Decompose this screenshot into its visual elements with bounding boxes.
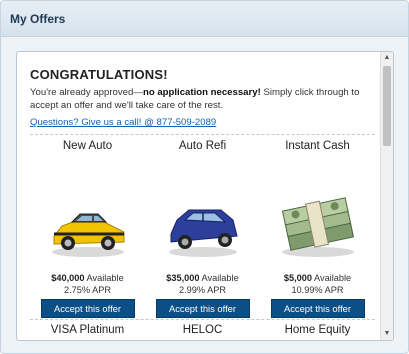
accept-offer-button[interactable]: Accept this offer bbox=[270, 299, 365, 318]
offer-amount: $5,000 bbox=[283, 273, 312, 283]
message-bold: no application necessary! bbox=[142, 87, 261, 98]
offers-content: CONGRATULATIONS! You're already approved… bbox=[30, 67, 375, 325]
scroll-down-arrow-icon[interactable]: ▼ bbox=[381, 328, 393, 340]
approval-message: You're already approved—no application n… bbox=[30, 86, 375, 112]
offer-new-auto: New Auto $40,000 Available 2.75% APR Acc… bbox=[30, 135, 145, 318]
yellow-car-icon bbox=[30, 152, 145, 262]
offers-row: New Auto $40,000 Available 2.75% APR Acc… bbox=[30, 135, 375, 325]
vertical-scrollbar[interactable]: ▲ ▼ bbox=[380, 52, 393, 340]
offer-available-label: Available bbox=[311, 273, 352, 283]
offer-available-label: Available bbox=[84, 273, 124, 283]
congrats-heading: CONGRATULATIONS! bbox=[30, 67, 168, 82]
offer-title: Auto Refi bbox=[178, 140, 227, 152]
offer-amount-line: $35,000 Available bbox=[145, 272, 260, 284]
offer-title: Instant Cash bbox=[285, 140, 350, 152]
offer-apr: 2.99% APR bbox=[179, 285, 226, 295]
scroll-thumb[interactable] bbox=[383, 66, 391, 146]
offer-amount: $35,000 bbox=[166, 273, 200, 283]
offer-instant-cash: Instant Cash $5,000 Available 10.99% APR… bbox=[260, 135, 375, 318]
cash-stack-icon bbox=[260, 152, 375, 262]
my-offers-widget: My Offers CONGRATULATIONS! You're alread… bbox=[0, 0, 409, 354]
offer-auto-refi: Auto Refi $35,000 Available 2.99% APR Ac… bbox=[145, 135, 260, 318]
accept-offer-button[interactable]: Accept this offer bbox=[155, 299, 250, 318]
accept-offer-button[interactable]: Accept this offer bbox=[40, 299, 135, 318]
offer-amount-line: $40,000 Available bbox=[30, 272, 145, 284]
scroll-up-arrow-icon[interactable]: ▲ bbox=[381, 52, 393, 64]
questions-phone-link[interactable]: Questions? Give us a call! @ 877-509-208… bbox=[30, 116, 216, 129]
offer-apr: 10.99% APR bbox=[291, 285, 344, 295]
next-offers-row: VISA Platinum HELOC Home Equity bbox=[30, 322, 375, 336]
offer-title-home-equity: Home Equity bbox=[284, 324, 351, 336]
offer-available-label: Available bbox=[199, 273, 239, 283]
widget-title: My Offers bbox=[10, 12, 66, 26]
offer-amount: $40,000 bbox=[51, 273, 85, 283]
offer-amount-line: $5,000 Available bbox=[260, 272, 375, 284]
message-pre: You're already approved— bbox=[30, 87, 143, 98]
offer-apr: 2.75% APR bbox=[64, 285, 111, 295]
offer-title-visa-platinum: VISA Platinum bbox=[50, 324, 125, 336]
offer-title: New Auto bbox=[62, 140, 113, 152]
divider bbox=[30, 319, 375, 320]
blue-suv-icon bbox=[145, 152, 260, 262]
widget-header: My Offers bbox=[1, 1, 408, 37]
offers-panel: CONGRATULATIONS! You're already approved… bbox=[16, 51, 394, 341]
offer-title-heloc: HELOC bbox=[182, 324, 223, 336]
